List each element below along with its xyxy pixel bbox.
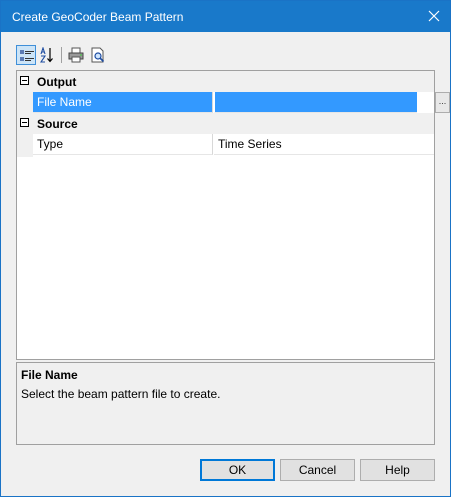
print-button[interactable]: [66, 45, 86, 65]
property-value-input[interactable]: [214, 92, 417, 113]
close-button[interactable]: [418, 1, 450, 32]
property-value[interactable]: Time Series: [214, 134, 434, 155]
dialog-window: Create GeoCoder Beam Pattern Output File…: [0, 0, 451, 497]
description-panel: File Name Select the beam pattern file t…: [16, 362, 435, 445]
property-row-type[interactable]: Type Time Series: [33, 134, 434, 155]
description-text: Select the beam pattern file to create.: [21, 387, 221, 401]
ok-button[interactable]: OK: [200, 459, 275, 481]
alphabetical-button[interactable]: [38, 45, 58, 65]
print-icon: [68, 47, 84, 63]
property-name[interactable]: File Name: [33, 92, 213, 113]
title-bar[interactable]: Create GeoCoder Beam Pattern: [1, 1, 450, 32]
print-preview-button[interactable]: [88, 45, 108, 65]
description-title: File Name: [21, 368, 78, 382]
window-title: Create GeoCoder Beam Pattern: [12, 10, 184, 24]
category-label: Output: [37, 75, 77, 89]
print-preview-icon: [91, 47, 105, 63]
browse-ellipsis-button[interactable]: ...: [435, 92, 450, 113]
categorized-button[interactable]: [16, 45, 36, 65]
collapse-icon[interactable]: [20, 118, 29, 127]
category-source[interactable]: Source: [17, 113, 434, 134]
property-name[interactable]: Type: [33, 134, 213, 155]
property-row-file-name[interactable]: File Name ...: [33, 92, 450, 113]
property-grid-toolbar: [16, 45, 136, 67]
category-output[interactable]: Output: [17, 71, 434, 92]
close-icon: [428, 10, 440, 22]
cancel-button[interactable]: Cancel: [280, 459, 355, 481]
alphabetical-sort-icon: [40, 47, 53, 63]
collapse-icon[interactable]: [20, 76, 29, 85]
help-button[interactable]: Help: [360, 459, 435, 481]
property-grid[interactable]: Output File Name ... Source Type Time Se…: [16, 70, 450, 360]
categorized-icon: [20, 50, 34, 61]
category-label: Source: [37, 117, 78, 131]
toolbar-separator: [61, 47, 62, 63]
